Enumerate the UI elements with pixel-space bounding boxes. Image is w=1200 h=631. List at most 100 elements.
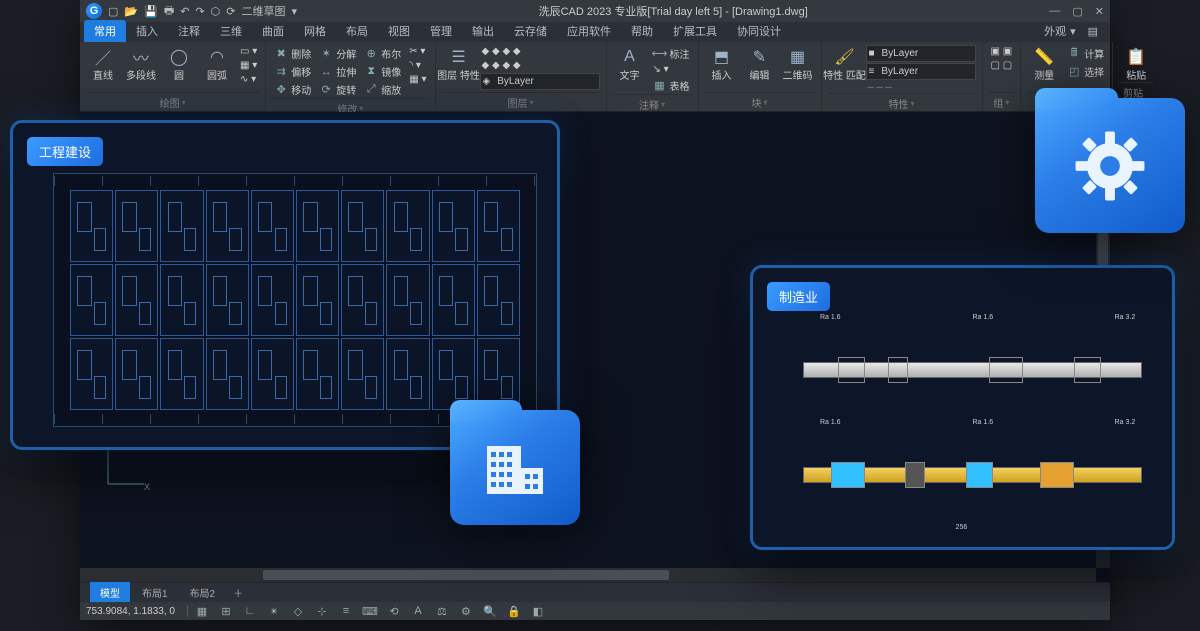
ltype-icon[interactable]: ─ ─ ─ [866, 81, 976, 93]
ws-icon[interactable]: ⚙ [456, 604, 476, 618]
explode-button[interactable]: ✶分解 [317, 45, 358, 62]
ribbon-group-layer: ☰图层 特性 ◆ ◆ ◆ ◆ ◆ ◆ ◆ ◆ ◈ ByLayer 图层 [436, 42, 607, 111]
print-icon[interactable]: 🖶 [164, 2, 174, 21]
lw-combo[interactable]: ≡ ByLayer [866, 63, 976, 80]
line-button[interactable]: ／直线 [86, 45, 120, 82]
mag-icon[interactable]: 🔍 [480, 604, 500, 618]
ribbon-tab-mesh[interactable]: 网格 [294, 20, 336, 42]
rotate-button[interactable]: ⟳旋转 [317, 81, 358, 98]
boolean-button[interactable]: ⊕布尔 [362, 45, 403, 62]
offset-button[interactable]: ⇉偏移 [272, 63, 313, 80]
array-icon[interactable]: ▦ ▾ [407, 73, 428, 86]
scale-icon[interactable]: ⚖ [432, 604, 452, 618]
ribbon-tab-manage[interactable]: 管理 [420, 20, 462, 42]
circle-icon: ◯ [167, 45, 191, 69]
mirror-button[interactable]: ⧗镜像 [362, 63, 403, 80]
polar-icon[interactable]: ✴ [264, 604, 284, 618]
anno-icon[interactable]: A [408, 604, 428, 618]
fillet-icon[interactable]: ◝ ▾ [407, 59, 428, 72]
calc-icon: 🖩 [1067, 47, 1081, 61]
undo-icon[interactable]: ↶ [180, 5, 189, 18]
status-bar: 753.9084, 1.1833, 0 ▦ ⊞ ∟ ✴ ◇ ⊹ ≡ ⌨ ⟲ A … [80, 602, 1110, 620]
ribbon-tab-insert[interactable]: 插入 [126, 20, 168, 42]
dim-button[interactable]: ⟷标注 [651, 45, 692, 62]
ribbon-tab-help[interactable]: 帮助 [621, 20, 663, 42]
close-icon[interactable]: ✕ [1095, 5, 1104, 18]
layers-icon: ☰ [447, 45, 471, 69]
ungroup-icon[interactable]: ▢ ▢ [989, 59, 1015, 72]
workspace-label[interactable]: 二维草图 [241, 3, 285, 19]
ribbon-tab-cloud[interactable]: 云存储 [504, 20, 557, 42]
qr-button[interactable]: ▦二维码 [781, 45, 815, 82]
scale-button[interactable]: ⤢缩放 [362, 81, 403, 98]
trim-icon[interactable]: ✂ ▾ [407, 45, 428, 58]
save-icon[interactable]: 💾 [144, 5, 158, 18]
table-button[interactable]: ▦表格 [651, 77, 692, 94]
ribbon-tab-output[interactable]: 输出 [462, 20, 504, 42]
ribbon-tab-collab[interactable]: 协同设计 [727, 20, 791, 42]
maximize-icon[interactable]: ▢ [1072, 5, 1082, 18]
cycle-icon[interactable]: ⟲ [384, 604, 404, 618]
circle-button[interactable]: ◯圆 [162, 45, 196, 82]
edit-block-button[interactable]: ✎编辑 [743, 45, 777, 82]
match-props-button[interactable]: 🖌特性 匹配 [828, 45, 862, 82]
color-combo[interactable]: ■ ByLayer [866, 45, 976, 62]
lw-icon[interactable]: ≡ [336, 604, 356, 618]
cloud-icon[interactable]: ⬡ [211, 5, 221, 18]
calc-button[interactable]: 🖩计算 [1065, 45, 1106, 62]
options-icon[interactable]: ▤ [1088, 25, 1098, 38]
refresh-icon[interactable]: ⟳ [226, 5, 235, 18]
tab-layout1[interactable]: 布局1 [132, 582, 178, 603]
ribbon-tab-apps[interactable]: 应用软件 [557, 20, 621, 42]
move-button[interactable]: ✥移动 [272, 81, 313, 98]
rect-icon[interactable]: ▭ ▾ [238, 45, 259, 58]
group-icon[interactable]: ▣ ▣ [989, 45, 1015, 58]
layer-combo[interactable]: ◈ ByLayer [480, 73, 600, 90]
select-button[interactable]: ◰选择 [1065, 63, 1106, 80]
ribbon-tab-view[interactable]: 视图 [378, 20, 420, 42]
spline-icon[interactable]: ∿ ▾ [238, 73, 259, 86]
grid-icon[interactable]: ⊞ [216, 604, 236, 618]
leader-icon[interactable]: ↘ ▾ [651, 63, 692, 76]
delete-button[interactable]: ✖删除 [272, 45, 313, 62]
layer-props-button[interactable]: ☰图层 特性 [442, 45, 476, 82]
iso-icon[interactable]: ◧ [528, 604, 548, 618]
ribbon-tab-surface[interactable]: 曲面 [252, 20, 294, 42]
hatch-icon[interactable]: ▦ ▾ [238, 59, 259, 72]
rotate-icon: ⟳ [319, 83, 333, 97]
otrack-icon[interactable]: ⊹ [312, 604, 332, 618]
tab-layout2[interactable]: 布局2 [180, 582, 226, 603]
ribbon-tab-home[interactable]: 常用 [84, 20, 126, 42]
group-label: 特性 [828, 93, 976, 111]
layer-tool-icon[interactable]: ◆ ◆ ◆ ◆ [480, 45, 600, 58]
edit-icon: ✎ [748, 45, 772, 69]
layer-tool-icon[interactable]: ◆ ◆ ◆ ◆ [480, 59, 600, 72]
ribbon-tab-ext[interactable]: 扩展工具 [663, 20, 727, 42]
lock-icon[interactable]: 🔒 [504, 604, 524, 618]
ribbon-tab-annotate[interactable]: 注释 [168, 20, 210, 42]
arc-button[interactable]: ◠圆弧 [200, 45, 234, 82]
insert-button[interactable]: ⬒插入 [705, 45, 739, 82]
text-button[interactable]: A文字 [613, 45, 647, 82]
polyline-button[interactable]: 〰多段线 [124, 45, 158, 82]
ortho-icon[interactable]: ∟ [240, 604, 260, 618]
ribbon-tab-3d[interactable]: 三维 [210, 20, 252, 42]
add-tab-icon[interactable]: ＋ [227, 585, 249, 600]
horizontal-scrollbar[interactable] [80, 568, 1096, 582]
osnap-icon[interactable]: ◇ [288, 604, 308, 618]
measure-button[interactable]: 📏测量 [1027, 45, 1061, 82]
minimize-icon[interactable]: — [1049, 5, 1060, 18]
floorplan-drawing [53, 173, 537, 427]
group-label: 绘图 [86, 92, 259, 110]
new-icon[interactable]: ▢ [108, 5, 118, 18]
open-icon[interactable]: 📂 [124, 5, 138, 18]
stretch-button[interactable]: ↔拉伸 [317, 63, 358, 80]
scrollbar-thumb[interactable] [263, 570, 669, 580]
redo-icon[interactable]: ↷ [195, 5, 204, 18]
tab-model[interactable]: 模型 [90, 582, 130, 603]
paste-button[interactable]: 📋粘贴 [1119, 45, 1153, 82]
ribbon-tab-layout[interactable]: 布局 [336, 20, 378, 42]
snap-grid-icon[interactable]: ▦ [192, 604, 212, 618]
dyn-icon[interactable]: ⌨ [360, 604, 380, 618]
ribbon-tab-appearance[interactable]: 外观▾ ▤ [1036, 20, 1106, 42]
